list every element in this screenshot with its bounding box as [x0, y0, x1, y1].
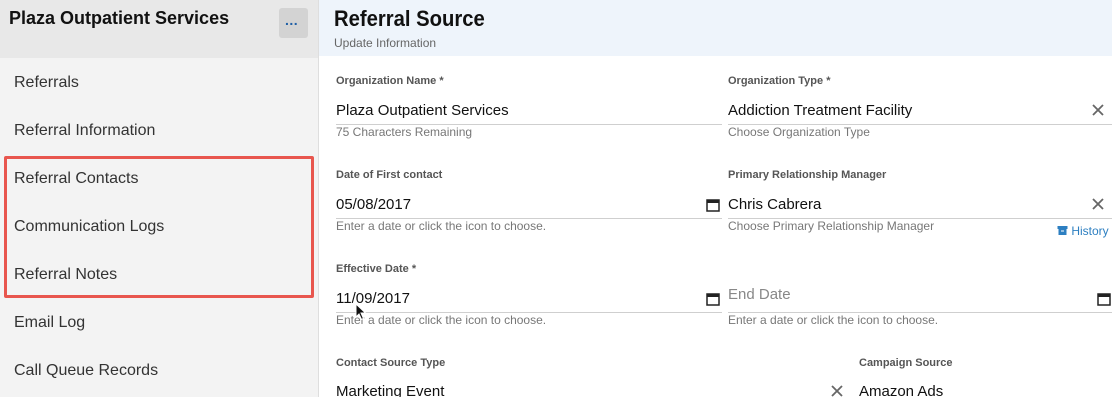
calendar-icon[interactable] — [705, 291, 721, 307]
first-contact-label: Date of First contact — [336, 169, 443, 181]
contact-source-type-select[interactable]: Marketing Event — [336, 383, 444, 397]
more-options-button[interactable]: ... — [279, 8, 308, 38]
clear-relationship-manager-icon[interactable] — [1090, 196, 1106, 212]
archive-icon — [1057, 226, 1068, 235]
ellipsis-icon: ... — [285, 12, 299, 28]
calendar-icon[interactable] — [1096, 291, 1112, 307]
contact-source-type-label: Contact Source Type — [336, 357, 446, 369]
campaign-source-select[interactable]: Amazon Ads — [859, 383, 943, 397]
sidebar-title: Plaza Outpatient Services — [9, 8, 230, 28]
mouse-cursor-icon — [355, 303, 367, 321]
campaign-source-label: Campaign Source — [859, 357, 953, 369]
history-link[interactable]: History — [1057, 224, 1109, 238]
org-name-hint: 75 Characters Remaining — [336, 125, 473, 139]
highlight-box — [4, 156, 314, 298]
clear-org-type-icon[interactable] — [1090, 102, 1106, 118]
first-contact-hint: Enter a date or click the icon to choose… — [336, 219, 547, 233]
org-type-hint: Choose Organization Type — [728, 125, 870, 139]
sidebar-item-call-queue-records[interactable]: Call Queue Records — [14, 362, 158, 380]
effective-date-label: Effective Date * — [336, 263, 417, 275]
org-name-input[interactable]: Plaza Outpatient Services — [336, 102, 509, 119]
page-subtitle: Update Information — [334, 36, 437, 50]
first-contact-input[interactable]: 05/08/2017 — [336, 196, 411, 213]
org-name-label: Organization Name * — [336, 75, 444, 87]
sidebar: Plaza Outpatient Services ... Referrals … — [0, 0, 319, 397]
relationship-manager-hint: Choose Primary Relationship Manager — [728, 219, 935, 233]
calendar-icon[interactable] — [705, 197, 721, 213]
relationship-manager-select[interactable]: Chris Cabrera — [728, 196, 821, 213]
sidebar-item-email-log[interactable]: Email Log — [14, 314, 85, 332]
sidebar-item-referral-information[interactable]: Referral Information — [14, 122, 155, 140]
relationship-manager-label: Primary Relationship Manager — [728, 169, 887, 181]
page-title: Referral Source — [334, 6, 485, 31]
effective-date-input[interactable]: 11/09/2017 — [336, 290, 410, 307]
end-date-hint: Enter a date or click the icon to choose… — [728, 313, 939, 327]
clear-contact-source-type-icon[interactable] — [829, 383, 845, 397]
org-type-label: Organization Type * — [728, 75, 831, 87]
effective-date-hint: Enter a date or click the icon to choose… — [336, 313, 547, 327]
end-date-input[interactable]: End Date — [728, 286, 791, 303]
org-type-select[interactable]: Addiction Treatment Facility — [728, 102, 912, 119]
sidebar-header: Plaza Outpatient Services ... — [0, 0, 318, 58]
page-header: Referral Source Update Information — [319, 0, 1112, 56]
sidebar-item-referrals[interactable]: Referrals — [14, 74, 79, 92]
